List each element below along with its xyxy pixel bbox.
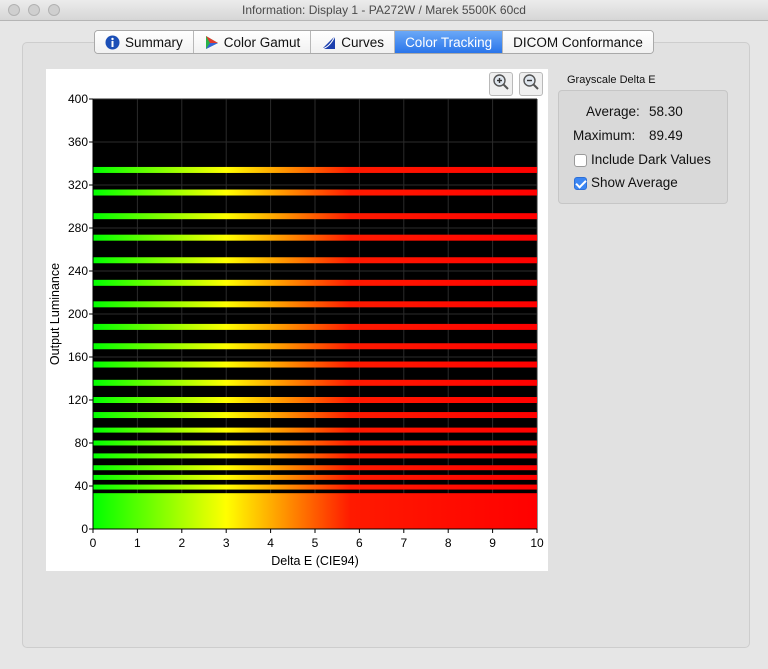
delta-e-band [93, 234, 537, 241]
y-tick-label: 160 [68, 350, 88, 364]
delta-e-band [93, 440, 537, 446]
delta-e-band [93, 323, 537, 330]
zoom-in-button[interactable] [489, 72, 513, 96]
x-axis-label: Delta E (CIE94) [271, 554, 359, 568]
delta-e-band [93, 166, 537, 173]
y-tick-label: 120 [68, 393, 88, 407]
delta-e-band [93, 361, 537, 368]
x-tick-label: 7 [400, 536, 407, 550]
delta-e-band [93, 301, 537, 308]
show-average-label[interactable]: Show Average [591, 175, 678, 190]
delta-e-band [93, 343, 537, 350]
x-tick-label: 1 [134, 536, 141, 550]
include-dark-values-label[interactable]: Include Dark Values [591, 152, 711, 167]
average-value: 58.30 [649, 104, 683, 119]
tab-summary-label: Summary [125, 34, 183, 50]
grayscale-delta-e-group: Average: 58.30 Maximum: 89.49 Include Da… [558, 90, 728, 204]
tab-color-gamut[interactable]: Color Gamut [193, 31, 312, 53]
tab-curves-label: Curves [341, 34, 385, 50]
zoom-out-icon [522, 73, 540, 96]
delta-e-band [93, 257, 537, 264]
grayscale-delta-e-title: Grayscale Delta E [567, 74, 656, 86]
maximum-label: Maximum: [573, 128, 636, 143]
show-average-checkbox[interactable] [574, 177, 587, 190]
window-title: Information: Display 1 - PA272W / Marek … [242, 3, 526, 17]
y-tick-label: 280 [68, 221, 88, 235]
tab-dicom-conformance-label: DICOM Conformance [513, 34, 643, 50]
delta-e-band [93, 427, 537, 433]
x-tick-label: 2 [178, 536, 185, 550]
average-label: Average: [586, 104, 640, 119]
maximum-value: 89.49 [649, 128, 683, 143]
curves-icon [321, 35, 336, 50]
x-tick-label: 6 [356, 536, 363, 550]
tab-color-tracking[interactable]: Color Tracking [395, 31, 504, 53]
x-tick-label: 10 [530, 536, 544, 550]
x-tick-label: 9 [489, 536, 496, 550]
x-tick-label: 4 [267, 536, 274, 550]
zoom-in-icon [492, 73, 510, 96]
gamut-icon [204, 35, 219, 50]
delta-e-band [93, 279, 537, 286]
zoom-out-button[interactable] [519, 72, 543, 96]
x-tick-label: 3 [223, 536, 230, 550]
y-axis-label: Output Luminance [48, 263, 62, 365]
color-tracking-chart: 0 1 2 3 4 5 6 7 8 9 10 0 40 80 120 160 200 240 280 320 360 40… [48, 92, 544, 568]
delta-e-band [93, 474, 537, 480]
delta-e-band [93, 465, 537, 471]
tab-curves[interactable]: Curves [311, 31, 396, 53]
chart-area: 0 1 2 3 4 5 6 7 8 9 10 0 40 80 120 160 200 240 280 320 360 40… [46, 69, 548, 571]
y-tick-label: 0 [81, 522, 88, 536]
x-tick-label: 0 [90, 536, 97, 550]
tab-summary[interactable]: Summary [95, 31, 194, 53]
y-tick-label: 360 [68, 135, 88, 149]
delta-e-band [93, 523, 537, 529]
tab-color-tracking-label: Color Tracking [405, 34, 493, 50]
delta-e-band [93, 379, 537, 386]
include-dark-values-checkbox[interactable] [574, 154, 587, 167]
delta-e-band [93, 213, 537, 220]
tab-dicom-conformance[interactable]: DICOM Conformance [503, 31, 653, 53]
delta-e-band [93, 412, 537, 419]
x-tick-label: 5 [312, 536, 319, 550]
y-tick-label: 400 [68, 92, 88, 106]
delta-e-band [93, 453, 537, 459]
delta-e-band [93, 397, 537, 403]
delta-e-band [93, 484, 537, 490]
y-tick-label: 200 [68, 307, 88, 321]
tab-bar: Summary Color Gamut Curves Color Trackin… [94, 30, 654, 54]
window-titlebar: Information: Display 1 - PA272W / Marek … [0, 0, 768, 21]
info-icon [105, 35, 120, 50]
tab-color-gamut-label: Color Gamut [223, 34, 301, 50]
delta-e-band [93, 493, 537, 499]
y-tick-label: 80 [75, 436, 89, 450]
y-tick-label: 320 [68, 178, 88, 192]
x-tick-label: 8 [445, 536, 452, 550]
delta-e-band [93, 189, 537, 196]
y-tick-label: 240 [68, 264, 88, 278]
y-tick-label: 40 [75, 479, 89, 493]
